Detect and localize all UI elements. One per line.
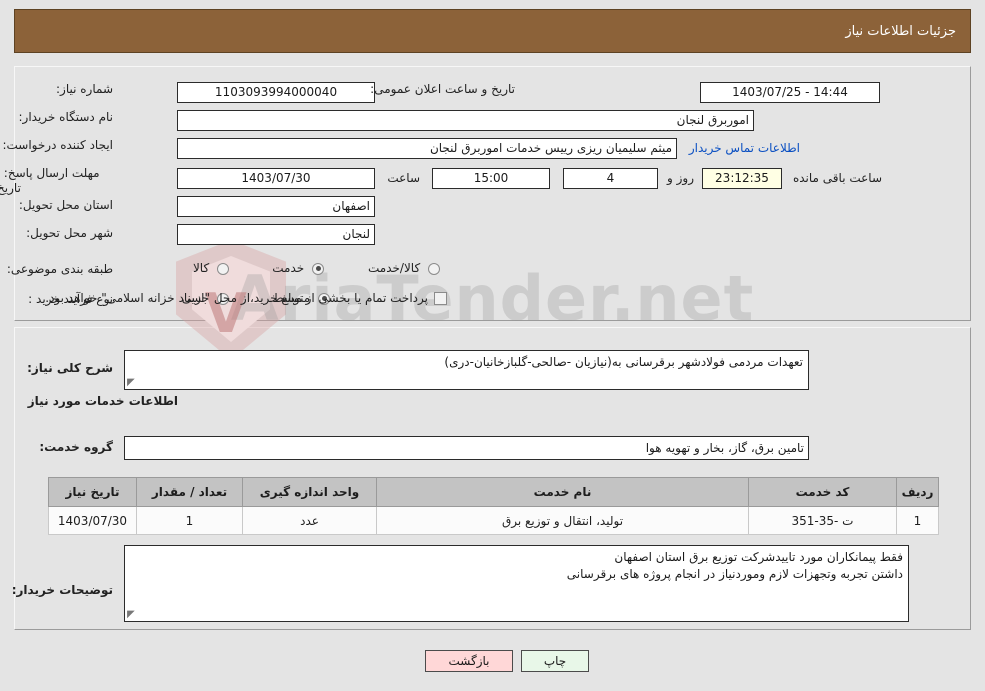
buyer-org-label: نام دستگاه خریدار: [18, 110, 114, 124]
treasury-checkbox[interactable] [434, 291, 447, 305]
back-button[interactable]: بازگشت [425, 650, 513, 672]
col-quantity: تعداد / مقدار [136, 477, 243, 507]
need-summary-label: شرح کلی نیاز: [27, 361, 113, 375]
need-number-row: شماره نیاز: [56, 82, 113, 96]
resize-grip-icon[interactable]: ◥ [127, 609, 137, 620]
table-header-row: ردیف کد خدمت نام خدمت واحد اندازه گیری ت… [48, 477, 939, 507]
treasury-checkbox-group[interactable]: پرداخت تمام یا بخشی از مبلغ خرید،از محل … [45, 291, 447, 305]
delivery-province-value: اصفهان [177, 196, 375, 217]
service-group-value: تامین برق، گاز، بخار و تهویه هوا [124, 436, 809, 460]
delivery-province-label: استان محل تحویل: [18, 198, 113, 212]
buyer-contact-link[interactable]: اطلاعات تماس خریدار [689, 141, 800, 155]
creator-row: ایجاد کننده درخواست: [2, 138, 113, 152]
services-section-title: اطلاعات خدمات مورد نیاز [27, 394, 178, 408]
resize-grip-icon[interactable]: ◥ [127, 377, 137, 388]
col-need-date: تاریخ نیاز [48, 477, 137, 507]
col-unit: واحد اندازه گیری [242, 477, 377, 507]
deadline-days-value: 4 [563, 168, 658, 189]
category-option-2[interactable]: کالا/خدمت [368, 261, 440, 275]
col-service-code: کد خدمت [748, 477, 897, 507]
deadline-countdown-suffix: ساعت باقی مانده [792, 171, 882, 185]
need-summary-textarea[interactable]: تعهدات مردمی فولادشهر برقرسانی به(نیازیا… [124, 350, 809, 390]
print-button[interactable]: چاپ [521, 650, 589, 672]
page-title: جزئیات اطلاعات نیاز [845, 23, 956, 39]
buyer-notes-line-1: فقط پیمانکاران مورد تاییدشرکت توزیع برق … [614, 550, 903, 564]
deadline-time-value: 15:00 [432, 168, 550, 189]
deadline-date-value: 1403/07/30 [177, 168, 375, 189]
col-row-no: ردیف [896, 477, 939, 507]
deadline-time-label: ساعت [387, 171, 420, 185]
buyer-notes-textarea[interactable]: فقط پیمانکاران مورد تاییدشرکت توزیع برق … [124, 545, 909, 622]
public-announce-value: 14:44 - 1403/07/25 [700, 82, 880, 103]
category-option-0[interactable]: کالا [193, 261, 229, 275]
cell-service-code: ت -35-351 [748, 506, 897, 535]
public-announce-label: تاریخ و ساعت اعلان عمومی: [370, 82, 515, 96]
delivery-city-row: شهر محل تحویل: [26, 226, 113, 240]
creator-value: میثم سلیمیان ریزی رییس خدمات اموربرق لنج… [177, 138, 677, 159]
creator-label: ایجاد کننده درخواست: [2, 138, 113, 152]
delivery-city-label: شهر محل تحویل: [26, 226, 113, 240]
buyer-notes-line-2: داشتن تجربه وتجهزات لازم وموردنیاز در ان… [566, 567, 903, 581]
category-option-1[interactable]: خدمت [272, 261, 324, 275]
buyer-notes-label: توضیحات خریدار: [11, 583, 113, 597]
need-summary-value: تعهدات مردمی فولادشهر برقرسانی به(نیازیا… [444, 355, 803, 369]
category-row: طبقه بندی موضوعی: [7, 262, 113, 276]
public-announce-row: تاریخ و ساعت اعلان عمومی: [370, 82, 515, 96]
category-radio-kala-khedmat[interactable] [428, 262, 440, 275]
service-group-label: گروه خدمت: [39, 440, 113, 454]
cell-row-no: 1 [896, 506, 939, 535]
treasury-checkbox-label: پرداخت تمام یا بخشی از مبلغ خرید،از محل … [45, 291, 428, 305]
cell-need-date: 1403/07/30 [48, 506, 137, 535]
cell-service-name: تولید، انتقال و توزیع برق [376, 506, 749, 535]
deadline-row: مهلت ارسال پاسخ: تا تاریخ: [0, 166, 113, 196]
deadline-days-suffix: روز و [667, 171, 694, 185]
category-option-0-label: کالا [192, 261, 210, 275]
need-number-label: شماره نیاز: [56, 82, 113, 96]
category-option-1-label: خدمت [272, 261, 305, 275]
delivery-city-value: لنجان [177, 224, 375, 245]
buyer-org-row: نام دستگاه خریدار: [19, 110, 114, 124]
cell-quantity: 1 [136, 506, 243, 535]
category-radio-kala[interactable] [217, 262, 229, 275]
category-label: طبقه بندی موضوعی: [6, 262, 113, 276]
cell-unit: عدد [242, 506, 377, 535]
need-info-panel [14, 66, 971, 321]
deadline-label: مهلت ارسال پاسخ: تا تاریخ: [0, 166, 100, 195]
page-header: جزئیات اطلاعات نیاز [14, 9, 971, 53]
delivery-province-row: استان محل تحویل: [19, 198, 113, 212]
services-table: ردیف کد خدمت نام خدمت واحد اندازه گیری ت… [48, 477, 939, 535]
category-radio-khedmat[interactable] [312, 262, 324, 275]
deadline-countdown-value: 23:12:35 [702, 168, 782, 189]
table-row: 1 ت -35-351 تولید، انتقال و توزیع برق عد… [48, 506, 939, 535]
need-number-value: 1103093994000040 [177, 82, 375, 103]
category-option-2-label: کالا/خدمت [367, 261, 421, 275]
col-service-name: نام خدمت [376, 477, 749, 507]
buyer-org-value: اموربرق لنجان [177, 110, 754, 131]
